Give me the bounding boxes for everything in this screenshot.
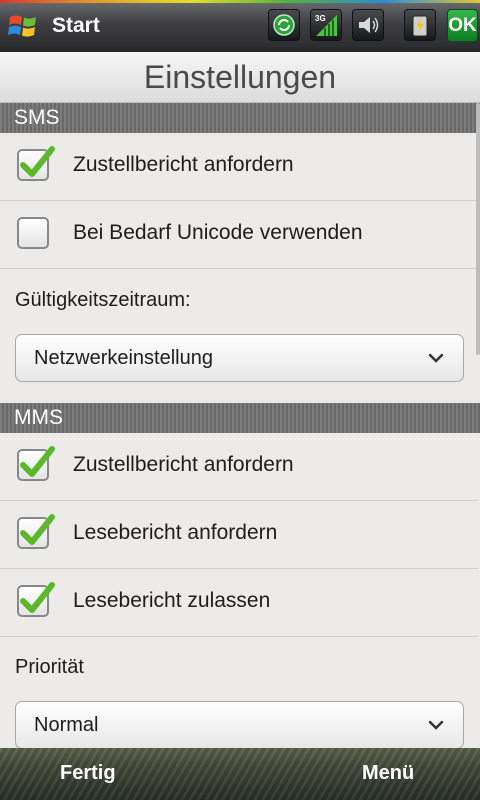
sms-unicode-checkbox[interactable] — [17, 217, 49, 249]
signal-3g-icon[interactable]: 3G — [310, 9, 342, 41]
chevron-down-icon — [428, 353, 444, 363]
battery-charging-icon — [404, 9, 436, 41]
sms-unicode-row[interactable]: Bei Bedarf Unicode verwenden — [0, 201, 478, 269]
status-bar-accent — [0, 0, 480, 3]
windows-logo-icon — [8, 15, 36, 37]
softkey-menu[interactable]: Menü — [362, 762, 414, 785]
sms-delivery-report-checkbox[interactable] — [17, 146, 55, 181]
mms-read-report-allow-checkbox[interactable] — [17, 582, 55, 617]
section-header-mms: MMS — [0, 403, 480, 433]
priority-label: Priorität — [15, 656, 84, 678]
checkmark-icon — [20, 582, 55, 613]
mms-read-report-request-checkbox[interactable] — [17, 514, 55, 549]
scrollbar[interactable] — [476, 103, 480, 355]
section-header-sms: SMS — [0, 103, 480, 133]
sync-icon[interactable] — [268, 9, 300, 41]
checkmark-icon — [20, 446, 55, 477]
mms-delivery-report-row[interactable]: Zustellbericht anfordern — [0, 433, 478, 501]
sms-unicode-label: Bei Bedarf Unicode verwenden — [73, 221, 363, 244]
settings-list[interactable]: SMS Zustellbericht anfordern Bei Bedarf … — [0, 103, 480, 748]
softkey-bar: Fertig Menü — [0, 748, 480, 800]
mms-read-report-allow-row[interactable]: Lesebericht zulassen — [0, 569, 478, 637]
validity-period-label: Gültigkeitszeitraum: — [15, 289, 191, 311]
mms-delivery-report-checkbox[interactable] — [17, 446, 55, 481]
sms-delivery-report-row[interactable]: Zustellbericht anfordern — [0, 133, 478, 201]
mms-delivery-report-label: Zustellbericht anfordern — [73, 453, 294, 476]
checkmark-icon — [20, 514, 55, 545]
softkey-fertig[interactable]: Fertig — [60, 762, 116, 785]
checkmark-icon — [20, 146, 55, 177]
mms-read-report-allow-label: Lesebericht zulassen — [73, 589, 271, 612]
priority-dropdown[interactable]: Normal — [15, 701, 464, 748]
sms-delivery-report-label: Zustellbericht anfordern — [73, 153, 294, 176]
start-button[interactable]: Start — [6, 10, 100, 42]
start-label: Start — [52, 14, 100, 37]
status-bar: Start 3G OK — [0, 0, 480, 52]
validity-period-value: Netzwerkeinstellung — [34, 347, 213, 369]
speaker-icon[interactable] — [352, 9, 384, 41]
mms-read-report-request-row[interactable]: Lesebericht anfordern — [0, 501, 478, 569]
chevron-down-icon — [428, 720, 444, 730]
mms-read-report-request-label: Lesebericht anfordern — [73, 521, 278, 544]
priority-value: Normal — [34, 714, 99, 736]
ok-button[interactable]: OK — [447, 9, 478, 42]
page-title: Einstellungen — [143, 59, 337, 95]
title-bar: Einstellungen — [0, 52, 480, 103]
svg-text:3G: 3G — [315, 14, 326, 23]
validity-period-dropdown[interactable]: Netzwerkeinstellung — [15, 334, 464, 382]
